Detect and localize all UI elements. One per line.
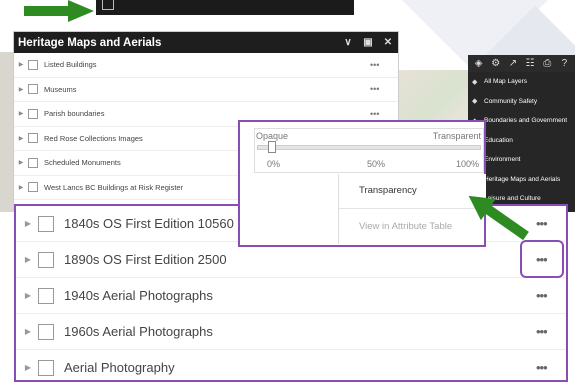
green-arrow-icon <box>24 0 94 22</box>
caret-right-icon[interactable]: ▶ <box>14 61 28 68</box>
map-toolbar: ◈ ⚙ ↗ ☷ ⎙ ? <box>468 55 575 72</box>
layer-label: Listed Buildings <box>44 60 97 70</box>
layer-checkbox[interactable] <box>38 215 54 232</box>
layer-group-label: All Map Layers <box>484 78 527 86</box>
close-icon[interactable]: ✕ <box>378 37 398 48</box>
green-arrow-icon <box>468 195 529 241</box>
tick-label: 50% <box>367 159 386 169</box>
layer-group-label: Boundaries and Government <box>484 117 568 125</box>
layers-icon[interactable]: ◈ <box>472 57 486 71</box>
more-options-highlight <box>520 240 564 278</box>
layer-row[interactable]: ▶ Aerial Photography ••• <box>16 350 566 382</box>
caret-right-icon[interactable]: ▶ <box>18 363 38 372</box>
more-options-icon[interactable]: ••• <box>536 216 566 231</box>
caret-right-icon[interactable]: ▶ <box>14 110 28 117</box>
tick-label: 100% <box>455 159 479 169</box>
caret-right-icon[interactable]: ▶ <box>18 219 38 228</box>
opaque-label: Opaque <box>256 131 289 141</box>
layer-label: Parish boundaries <box>44 109 105 119</box>
transparency-slider[interactable]: Opaque Transparent 0% 50% 100% <box>254 128 484 173</box>
layer-label: Museums <box>44 84 77 94</box>
map-background <box>0 52 14 212</box>
layer-checkbox[interactable] <box>38 323 54 340</box>
layer-label: Aerial Photography <box>64 360 175 375</box>
layer-group-label: Environment <box>484 156 521 164</box>
caret-right-icon[interactable]: ▶ <box>14 86 28 93</box>
transparent-label: Transparent <box>432 131 481 141</box>
layer-label: 1890s OS First Edition 2500 <box>64 252 227 267</box>
caret-right-icon[interactable]: ▶ <box>18 291 38 300</box>
slider-track[interactable] <box>257 145 481 150</box>
tick-label: 0% <box>267 159 281 169</box>
layer-checkbox[interactable] <box>28 157 38 168</box>
more-options-icon[interactable]: ••• <box>536 288 566 303</box>
maximize-icon[interactable]: ▣ <box>358 37 378 48</box>
layer-row[interactable]: ▶ 1940s Aerial Photographs ••• <box>16 278 566 314</box>
layer-label: 1960s Aerial Photographs <box>64 324 213 339</box>
checkbox[interactable] <box>102 0 114 10</box>
grid-icon[interactable]: ☷ <box>523 57 537 71</box>
layer-row[interactable]: ▶ Listed Buildings ••• <box>14 53 398 78</box>
slider-thumb[interactable] <box>267 141 276 153</box>
layer-group-label: Community Safety <box>484 97 538 105</box>
layer-checkbox[interactable] <box>28 108 38 119</box>
gear-icon[interactable]: ⚙ <box>489 57 503 71</box>
layer-row[interactable]: ▶ Museums ••• <box>14 78 398 102</box>
measure-icon[interactable]: ↗ <box>506 57 520 71</box>
layer-checkbox[interactable] <box>28 133 38 144</box>
chevron-down-icon[interactable]: ∨ <box>338 37 358 48</box>
layer-checkbox[interactable] <box>38 359 54 376</box>
more-options-icon[interactable]: ••• <box>370 60 398 70</box>
widget-title: Heritage Maps and Aerials <box>18 36 162 49</box>
print-icon[interactable]: ⎙ <box>540 57 554 71</box>
caret-right-icon[interactable]: ▶ <box>14 159 28 166</box>
more-options-icon[interactable]: ••• <box>536 360 566 375</box>
layer-checkbox[interactable] <box>28 182 38 193</box>
layer-group-icon: ◆ <box>472 78 478 86</box>
layer-group-label: Education <box>484 136 513 144</box>
widget-header: Heritage Maps and Aerials ∨ ▣ ✕ <box>14 32 398 53</box>
layer-options-popup: Opaque Transparent 0% 50% 100% Transpare… <box>238 120 486 247</box>
layer-checkbox[interactable] <box>38 287 54 304</box>
layer-row[interactable]: ▶ 1960s Aerial Photographs ••• <box>16 314 566 350</box>
more-options-icon[interactable]: ••• <box>370 109 398 119</box>
more-options-icon[interactable]: ••• <box>370 84 398 94</box>
layer-group-item[interactable]: ◆ All Map Layers <box>468 72 575 92</box>
caret-right-icon[interactable]: ▶ <box>18 255 38 264</box>
layer-checkbox[interactable] <box>28 84 38 95</box>
caret-right-icon[interactable]: ▶ <box>18 327 38 336</box>
caret-right-icon[interactable]: ▶ <box>14 135 28 142</box>
top-dark-bar <box>96 0 354 15</box>
more-options-icon[interactable]: ••• <box>536 324 566 339</box>
layer-checkbox[interactable] <box>28 59 38 70</box>
layer-group-label: Heritage Maps and Aerials <box>484 175 561 183</box>
layer-group-item[interactable]: ◆ Community Safety <box>468 92 575 112</box>
caret-right-icon[interactable]: ▶ <box>14 184 28 191</box>
layer-group-icon: ◆ <box>472 98 478 106</box>
layer-checkbox[interactable] <box>38 251 54 268</box>
help-icon[interactable]: ? <box>557 57 571 71</box>
layer-label: 1940s Aerial Photographs <box>64 288 213 303</box>
layer-row[interactable]: ▶ 1890s OS First Edition 2500 ••• <box>16 242 566 278</box>
